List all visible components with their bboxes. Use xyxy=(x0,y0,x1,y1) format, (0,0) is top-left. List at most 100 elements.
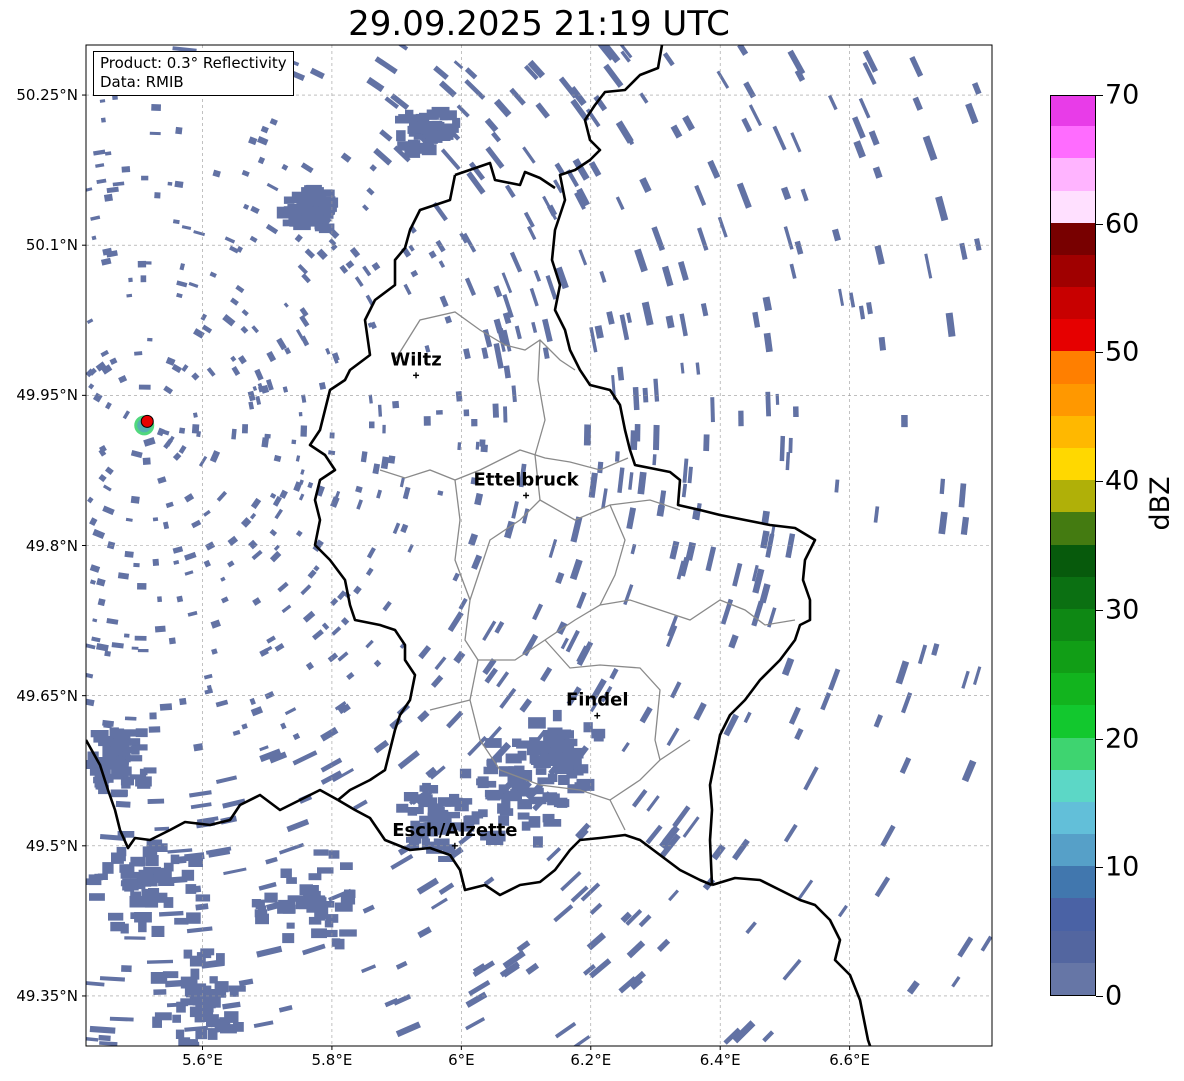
echo-cell xyxy=(961,670,970,689)
colorbar-tick-label: 20 xyxy=(1105,723,1140,755)
echo-cell xyxy=(96,643,109,652)
echo-cell xyxy=(172,219,180,225)
echo-cell xyxy=(503,365,511,379)
echo-cell xyxy=(396,803,409,813)
echo-cell xyxy=(653,378,660,402)
echo-cell xyxy=(147,337,153,342)
echo-cell xyxy=(340,617,350,626)
echo-cell xyxy=(417,710,430,723)
echo-cell xyxy=(789,263,797,279)
echo-cell xyxy=(178,445,187,454)
city-label: Wiltz xyxy=(390,349,441,370)
echo-cell xyxy=(395,960,408,970)
echo-cell xyxy=(372,463,381,475)
echo-cell xyxy=(578,249,588,266)
echo-cell xyxy=(874,245,885,265)
colorbar-segment xyxy=(1051,801,1095,835)
colorbar-tick xyxy=(1096,867,1103,869)
echo-cell xyxy=(184,551,197,561)
echo-cell xyxy=(118,375,128,384)
echo-cell xyxy=(682,115,695,132)
colorbar-segment xyxy=(1051,125,1095,159)
echo-cell xyxy=(452,117,461,128)
echo-cell xyxy=(388,455,396,464)
colorbar-segment xyxy=(1051,704,1095,738)
echo-cell xyxy=(782,958,802,981)
echo-cell xyxy=(732,562,743,587)
echo-cell xyxy=(301,206,319,214)
echo-cell xyxy=(858,97,871,119)
echo-cell xyxy=(353,585,362,595)
echo-cell xyxy=(493,98,512,118)
echo-cell xyxy=(878,336,887,351)
echo-cell xyxy=(525,962,540,975)
echo-cell xyxy=(909,56,924,78)
radar-map[interactable]: Wiltz Ettelbruck Findel Esch/Alzette xyxy=(0,0,1184,1081)
echo-cell xyxy=(527,225,537,241)
colorbar-tick xyxy=(1096,481,1103,483)
echo-cell xyxy=(407,808,418,816)
echo-cell xyxy=(135,728,148,738)
echo-cell xyxy=(130,495,140,504)
echo-cell xyxy=(269,550,282,563)
echo-cell xyxy=(172,1014,181,1023)
echo-cell xyxy=(465,991,488,1008)
echo-cell xyxy=(318,381,327,390)
echo-cell xyxy=(652,424,660,451)
echo-cell xyxy=(373,739,390,754)
echo-cell xyxy=(397,45,409,51)
echo-cell xyxy=(430,674,444,688)
echo-cell xyxy=(299,307,309,317)
echo-cell xyxy=(639,92,649,104)
echo-cell xyxy=(253,1020,274,1029)
echo-cell xyxy=(100,117,106,123)
echo-cell xyxy=(599,270,607,283)
echo-cell xyxy=(631,789,648,808)
echo-cell xyxy=(241,723,248,730)
echo-cell xyxy=(280,868,292,878)
echo-cell xyxy=(961,759,977,783)
colorbar-segment xyxy=(1051,511,1095,545)
echo-cell xyxy=(546,847,562,862)
echo-cell xyxy=(191,372,200,381)
echo-cell xyxy=(849,292,856,308)
echo-cell xyxy=(355,485,363,493)
echo-cell xyxy=(509,251,523,273)
echo-cell xyxy=(868,130,880,146)
echo-cell xyxy=(302,943,326,956)
echo-cell xyxy=(390,853,414,870)
echo-cell xyxy=(661,265,674,287)
echo-cell xyxy=(958,483,967,508)
echo-cell xyxy=(645,824,663,845)
echo-cell xyxy=(174,180,184,188)
echo-cell xyxy=(797,879,814,901)
echo-cell xyxy=(669,540,680,560)
echo-cell xyxy=(163,385,174,395)
echo-cell xyxy=(591,728,606,739)
echo-cell xyxy=(345,260,355,269)
colorbar-tick-label: 40 xyxy=(1105,465,1140,497)
echo-cell xyxy=(122,410,131,420)
echo-cell xyxy=(266,182,279,192)
echo-cell xyxy=(519,698,533,713)
colorbar-tick-label: 60 xyxy=(1105,208,1140,240)
echo-cell xyxy=(528,816,541,828)
colorbar-segment xyxy=(1051,576,1095,609)
echo-cell xyxy=(99,99,106,103)
echo-cell xyxy=(428,250,437,259)
echo-cell xyxy=(110,921,125,932)
colorbar-segment xyxy=(1051,286,1095,320)
echo-cell xyxy=(783,823,798,843)
echo-cell xyxy=(249,697,256,706)
echo-cell xyxy=(143,767,157,774)
echo-cell xyxy=(247,390,256,402)
echo-cell xyxy=(269,529,278,537)
colorbar-tick xyxy=(1096,95,1103,96)
echo-cell xyxy=(444,315,453,324)
echo-cell xyxy=(465,1017,486,1031)
product-label: Product: 0.3° Reflectivity xyxy=(100,54,287,72)
colorbar-tick xyxy=(1096,609,1103,611)
echo-cell xyxy=(452,572,460,582)
echo-cell xyxy=(504,184,516,198)
echo-cell xyxy=(687,466,693,484)
